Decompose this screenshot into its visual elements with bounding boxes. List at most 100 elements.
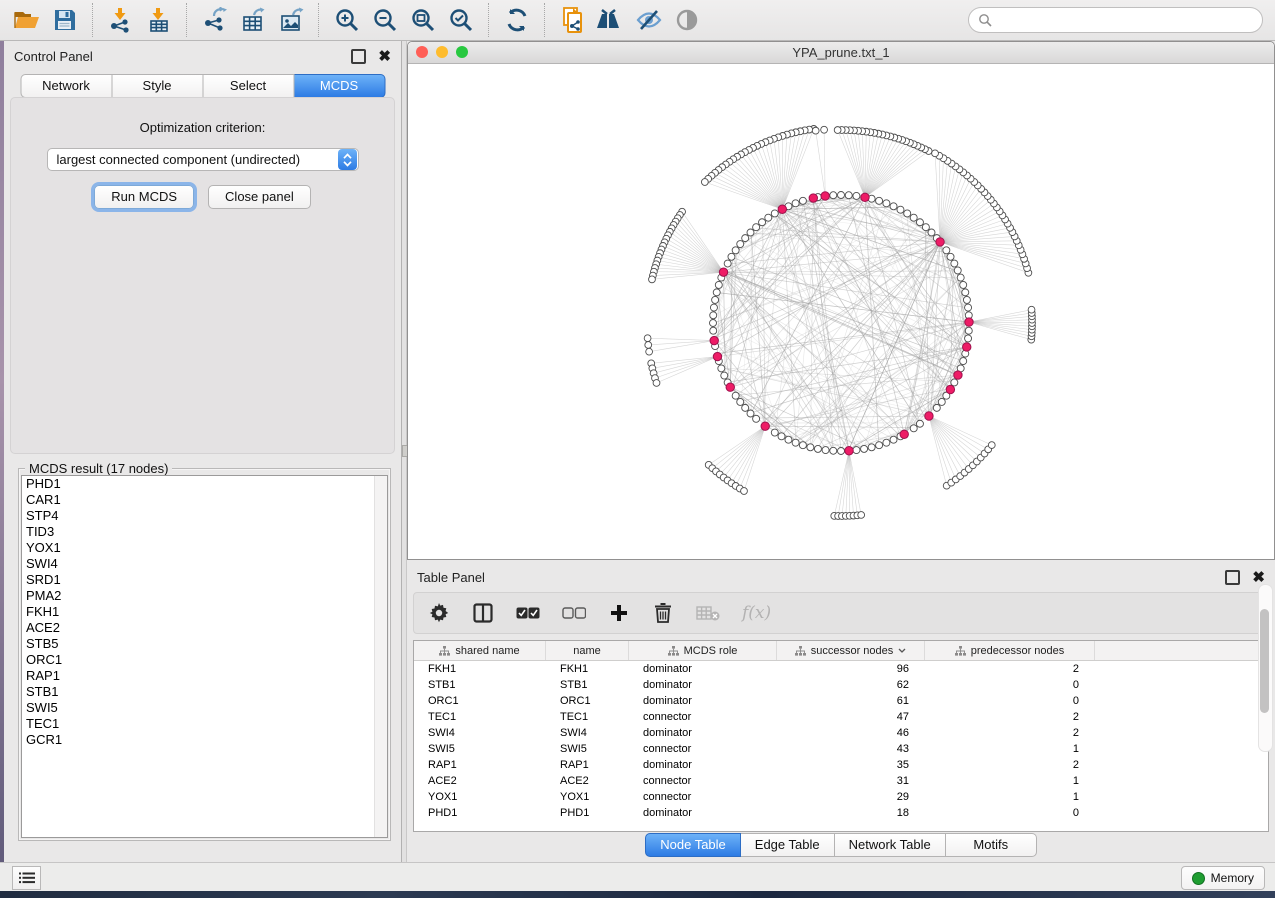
graph-node[interactable]	[965, 335, 972, 342]
tab-mcds[interactable]: MCDS	[294, 74, 385, 98]
mcds-result-item[interactable]: SRD1	[22, 572, 387, 588]
graph-hub-node[interactable]	[954, 371, 962, 379]
graph-node[interactable]	[853, 192, 860, 199]
graph-hub-node[interactable]	[965, 318, 973, 326]
graph-leaf-node[interactable]	[653, 380, 660, 387]
graph-node[interactable]	[712, 296, 719, 303]
control-panel-float-icon[interactable]	[351, 49, 366, 64]
mcds-result-item[interactable]: CAR1	[22, 492, 387, 508]
graph-node[interactable]	[910, 425, 917, 432]
task-history-button[interactable]	[12, 866, 41, 890]
graph-node[interactable]	[897, 206, 904, 213]
graph-hub-node[interactable]	[713, 352, 721, 360]
column-header-predecessor-nodes[interactable]: predecessor nodes	[925, 641, 1095, 660]
graph-node[interactable]	[933, 404, 940, 411]
graph-leaf-node[interactable]	[812, 127, 819, 134]
graph-node[interactable]	[737, 398, 744, 405]
network-canvas[interactable]	[408, 64, 1274, 559]
graph-node[interactable]	[883, 439, 890, 446]
graph-node[interactable]	[876, 197, 883, 204]
add-column-icon[interactable]	[608, 601, 630, 625]
table-row[interactable]: FKH1FKH1dominator962	[414, 661, 1268, 677]
graph-hub-node[interactable]	[963, 343, 971, 351]
import-network-icon[interactable]	[102, 3, 140, 37]
graph-hub-node[interactable]	[821, 192, 829, 200]
export-network-icon[interactable]	[196, 3, 234, 37]
graph-node[interactable]	[771, 210, 778, 217]
table-tab-network-table[interactable]: Network Table	[835, 833, 946, 857]
mcds-result-item[interactable]: TID3	[22, 524, 387, 540]
graph-node[interactable]	[960, 281, 967, 288]
graph-node[interactable]	[876, 442, 883, 449]
mcds-result-list[interactable]: PHD1CAR1STP4TID3YOX1SWI4SRD1PMA2FKH1ACE2…	[21, 475, 388, 838]
graph-node[interactable]	[838, 448, 845, 455]
search-network-icon[interactable]	[592, 3, 630, 37]
mcds-result-item[interactable]: YOX1	[22, 540, 387, 556]
table-row[interactable]: PHD1PHD1dominator180	[414, 805, 1268, 821]
graph-node[interactable]	[710, 304, 717, 311]
close-panel-button[interactable]: Close panel	[208, 185, 311, 209]
mcds-result-item[interactable]: ACE2	[22, 620, 387, 636]
table-row[interactable]: ACE2ACE2connector311	[414, 773, 1268, 789]
mcds-result-item[interactable]: FKH1	[22, 604, 387, 620]
graph-leaf-node[interactable]	[932, 150, 939, 157]
graph-hub-node[interactable]	[900, 430, 908, 438]
mcds-result-item[interactable]: STB5	[22, 636, 387, 652]
close-traffic-light[interactable]	[416, 46, 428, 58]
graph-leaf-node[interactable]	[646, 348, 653, 355]
graph-node[interactable]	[938, 398, 945, 405]
table-row[interactable]: TEC1TEC1connector472	[414, 709, 1268, 725]
mcds-result-item[interactable]: PMA2	[22, 588, 387, 604]
column-header-shared-name[interactable]: shared name	[414, 641, 546, 660]
graph-node[interactable]	[710, 312, 717, 319]
graph-hub-node[interactable]	[761, 422, 769, 430]
graph-node[interactable]	[830, 447, 837, 454]
graph-hub-node[interactable]	[809, 194, 817, 202]
graph-node[interactable]	[728, 253, 735, 260]
tab-style[interactable]: Style	[112, 74, 203, 98]
mcds-list-scrollbar[interactable]	[374, 476, 387, 837]
mcds-result-item[interactable]: GCR1	[22, 732, 387, 748]
graph-node[interactable]	[922, 224, 929, 231]
graph-node[interactable]	[883, 200, 890, 207]
graph-node[interactable]	[710, 327, 717, 334]
graph-node[interactable]	[742, 235, 749, 242]
graph-leaf-node[interactable]	[649, 276, 656, 283]
graph-node[interactable]	[861, 445, 868, 452]
graph-node[interactable]	[778, 433, 785, 440]
table-row[interactable]: SWI4SWI4dominator462	[414, 725, 1268, 741]
graph-hub-node[interactable]	[726, 383, 734, 391]
mcds-result-item[interactable]: SWI5	[22, 700, 387, 716]
minimize-traffic-light[interactable]	[436, 46, 448, 58]
table-row[interactable]: STB1STB1dominator620	[414, 677, 1268, 693]
apply-layout-icon[interactable]	[498, 3, 536, 37]
graph-node[interactable]	[965, 304, 972, 311]
table-row[interactable]: ORC1ORC1dominator610	[414, 693, 1268, 709]
graph-node[interactable]	[957, 274, 964, 281]
graph-node[interactable]	[910, 214, 917, 221]
graph-node[interactable]	[868, 444, 875, 451]
graph-node[interactable]	[737, 241, 744, 248]
graph-node[interactable]	[724, 260, 731, 267]
mcds-result-item[interactable]: RAP1	[22, 668, 387, 684]
clone-network-icon[interactable]	[554, 3, 592, 37]
graph-node[interactable]	[947, 253, 954, 260]
graph-hub-node[interactable]	[710, 336, 718, 344]
table-scrollbar[interactable]	[1258, 584, 1273, 752]
graph-node[interactable]	[951, 260, 958, 267]
graph-node[interactable]	[792, 200, 799, 207]
table-panel-close-icon[interactable]: ✖	[1252, 572, 1265, 583]
graph-node[interactable]	[753, 224, 760, 231]
network-window-titlebar[interactable]: YPA_prune.txt_1	[408, 42, 1274, 64]
graph-leaf-node[interactable]	[741, 488, 748, 495]
graph-leaf-node[interactable]	[834, 127, 841, 134]
graph-node[interactable]	[732, 247, 739, 254]
graph-node[interactable]	[962, 289, 969, 296]
graph-node[interactable]	[759, 219, 766, 226]
memory-button[interactable]: Memory	[1181, 866, 1265, 890]
delete-table-icon[interactable]	[696, 601, 720, 625]
graph-node[interactable]	[747, 229, 754, 236]
table-tab-node-table[interactable]: Node Table	[645, 833, 741, 857]
graph-node[interactable]	[814, 445, 821, 452]
mcds-result-item[interactable]: ORC1	[22, 652, 387, 668]
